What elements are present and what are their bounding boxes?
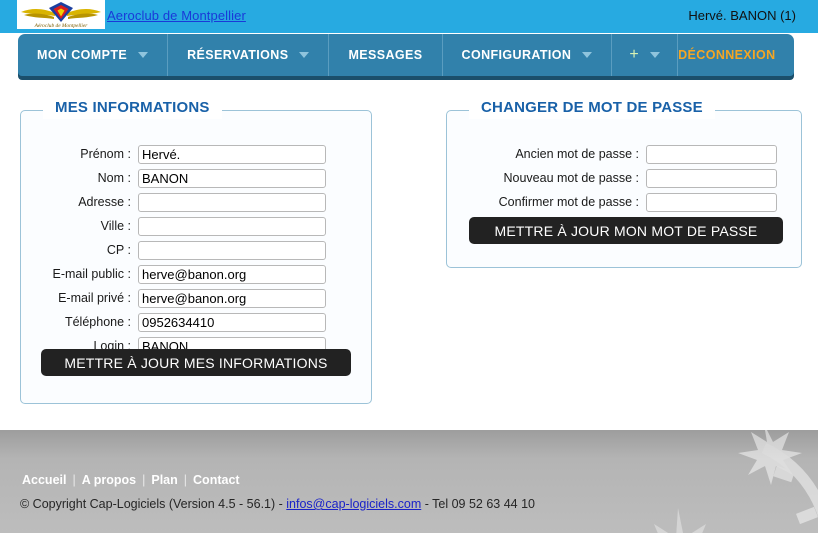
- footer-link-contact[interactable]: Contact: [193, 473, 240, 487]
- footer-link-a-propos[interactable]: A propos: [82, 473, 136, 487]
- my-information-field-input-6[interactable]: [138, 288, 326, 308]
- chevron-down-icon[interactable]: [582, 52, 593, 58]
- nav-item-reservations[interactable]: RÉSERVATIONS: [168, 34, 330, 76]
- my-information-field-label: Ville :: [100, 219, 131, 233]
- footer-link-separator: |: [183, 473, 188, 487]
- nav-label: MESSAGES: [348, 48, 423, 62]
- footer-link-separator: |: [142, 473, 146, 487]
- my-information-field-row: Adresse :: [21, 191, 371, 213]
- change-password-form: Ancien mot de passe : Nouveau mot de pass…: [447, 111, 801, 215]
- password-field-row: Ancien mot de passe :: [447, 143, 801, 165]
- aeroclub-winged-emblem-icon[interactable]: Aéroclub de Montpellier: [17, 0, 105, 29]
- footer-link-plan[interactable]: Plan: [151, 473, 177, 487]
- copyright-suffix: - Tel 09 52 63 44 10: [421, 497, 535, 511]
- my-information-field-label: Téléphone :: [64, 315, 131, 329]
- airplane-compass-watermark-icon: [654, 430, 818, 533]
- my-information-field-row: CP :: [21, 239, 371, 261]
- my-information-field-row: E-mail privé :: [21, 287, 371, 309]
- password-field-label: Nouveau mot de passe :: [503, 171, 640, 185]
- my-information-field-input-2[interactable]: [138, 192, 326, 212]
- password-field-label: Ancien mot de passe :: [515, 147, 639, 161]
- nav-label: MON COMPTE: [37, 48, 128, 62]
- my-information-field-input-5[interactable]: [138, 264, 326, 284]
- my-information-field-label: Prénom :: [80, 147, 131, 161]
- copyright-prefix: © Copyright Cap-Logiciels (Version 4.5 -…: [20, 497, 287, 511]
- chevron-down-icon[interactable]: [299, 52, 310, 58]
- password-field-row: Confirmer mot de passe :: [447, 191, 801, 213]
- footer-link-separator: |: [72, 473, 76, 487]
- main-navigation-bar: MON COMPTE RÉSERVATIONS MESSAGES CONFIGU…: [18, 34, 794, 76]
- nav-item-mon-compte[interactable]: MON COMPTE: [18, 34, 169, 76]
- plus-icon: +: [629, 46, 640, 63]
- my-information-panel: MES INFORMATIONS Prénom :Nom :Adresse :V…: [20, 97, 372, 404]
- nav-item-messages[interactable]: MESSAGES: [329, 34, 443, 76]
- change-password-panel: CHANGER DE MOT DE PASSE Ancien mot de pa…: [446, 97, 802, 268]
- my-information-field-input-0[interactable]: [138, 144, 326, 164]
- nav-item-add[interactable]: +: [612, 34, 679, 76]
- password-field-input-0[interactable]: [646, 144, 777, 164]
- password-field-label: Confirmer mot de passe :: [498, 195, 639, 209]
- my-information-field-input-4[interactable]: [138, 240, 326, 260]
- my-information-field-input-3[interactable]: [138, 216, 326, 236]
- my-information-form: Prénom : Nom : Adresse : Ville : CP : E-mail …: [21, 111, 371, 359]
- footer-links: Accueil | A propos | Plan | Contact: [22, 473, 240, 487]
- my-information-field-label: E-mail public :: [52, 267, 132, 281]
- my-information-field-label: E-mail privé :: [58, 291, 131, 305]
- my-information-field-row: Prénom :: [21, 143, 371, 165]
- footer-link-accueil[interactable]: Accueil: [22, 473, 66, 487]
- chevron-down-icon[interactable]: [650, 52, 661, 58]
- top-header-bar: Aéroclub de Montpellier Aeroclub de Mont…: [0, 0, 818, 33]
- my-information-field-label: CP :: [106, 243, 131, 257]
- my-information-field-row: Ville :: [21, 215, 371, 237]
- my-information-field-input-1[interactable]: [138, 168, 326, 188]
- contact-email-link[interactable]: infos@cap-logiciels.com: [286, 497, 421, 511]
- chevron-down-icon[interactable]: [138, 52, 149, 58]
- password-field-row: Nouveau mot de passe :: [447, 167, 801, 189]
- update-my-information-button[interactable]: METTRE À JOUR MES INFORMATIONS: [41, 349, 351, 376]
- logout-link[interactable]: DÉCONNEXION: [678, 48, 775, 62]
- page-footer: Accueil | A propos | Plan | Contact © Copyrigh…: [0, 430, 818, 533]
- my-information-field-input-7[interactable]: [138, 312, 326, 332]
- my-information-field-row: E-mail public :: [21, 263, 371, 285]
- my-information-field-label: Nom :: [97, 171, 131, 185]
- update-my-password-button[interactable]: METTRE À JOUR MON MOT DE PASSE: [469, 217, 783, 244]
- nav-spacer: DÉCONNEXION: [678, 34, 794, 76]
- nav-label: RÉSERVATIONS: [187, 48, 289, 62]
- my-information-field-row: Nom :: [21, 167, 371, 189]
- my-information-field-label: Adresse :: [78, 195, 131, 209]
- site-title-link[interactable]: Aeroclub de Montpellier: [107, 8, 246, 23]
- footer-copyright: © Copyright Cap-Logiciels (Version 4.5 -…: [20, 497, 535, 511]
- svg-text:Aéroclub de Montpellier: Aéroclub de Montpellier: [34, 23, 89, 29]
- nav-label: CONFIGURATION: [461, 48, 572, 62]
- my-information-field-row: Téléphone :: [21, 311, 371, 333]
- nav-item-configuration[interactable]: CONFIGURATION: [443, 34, 613, 76]
- logged-in-user-label: Hervé. BANON (1): [688, 8, 796, 23]
- password-field-input-2[interactable]: [646, 192, 777, 212]
- password-field-input-1[interactable]: [646, 168, 777, 188]
